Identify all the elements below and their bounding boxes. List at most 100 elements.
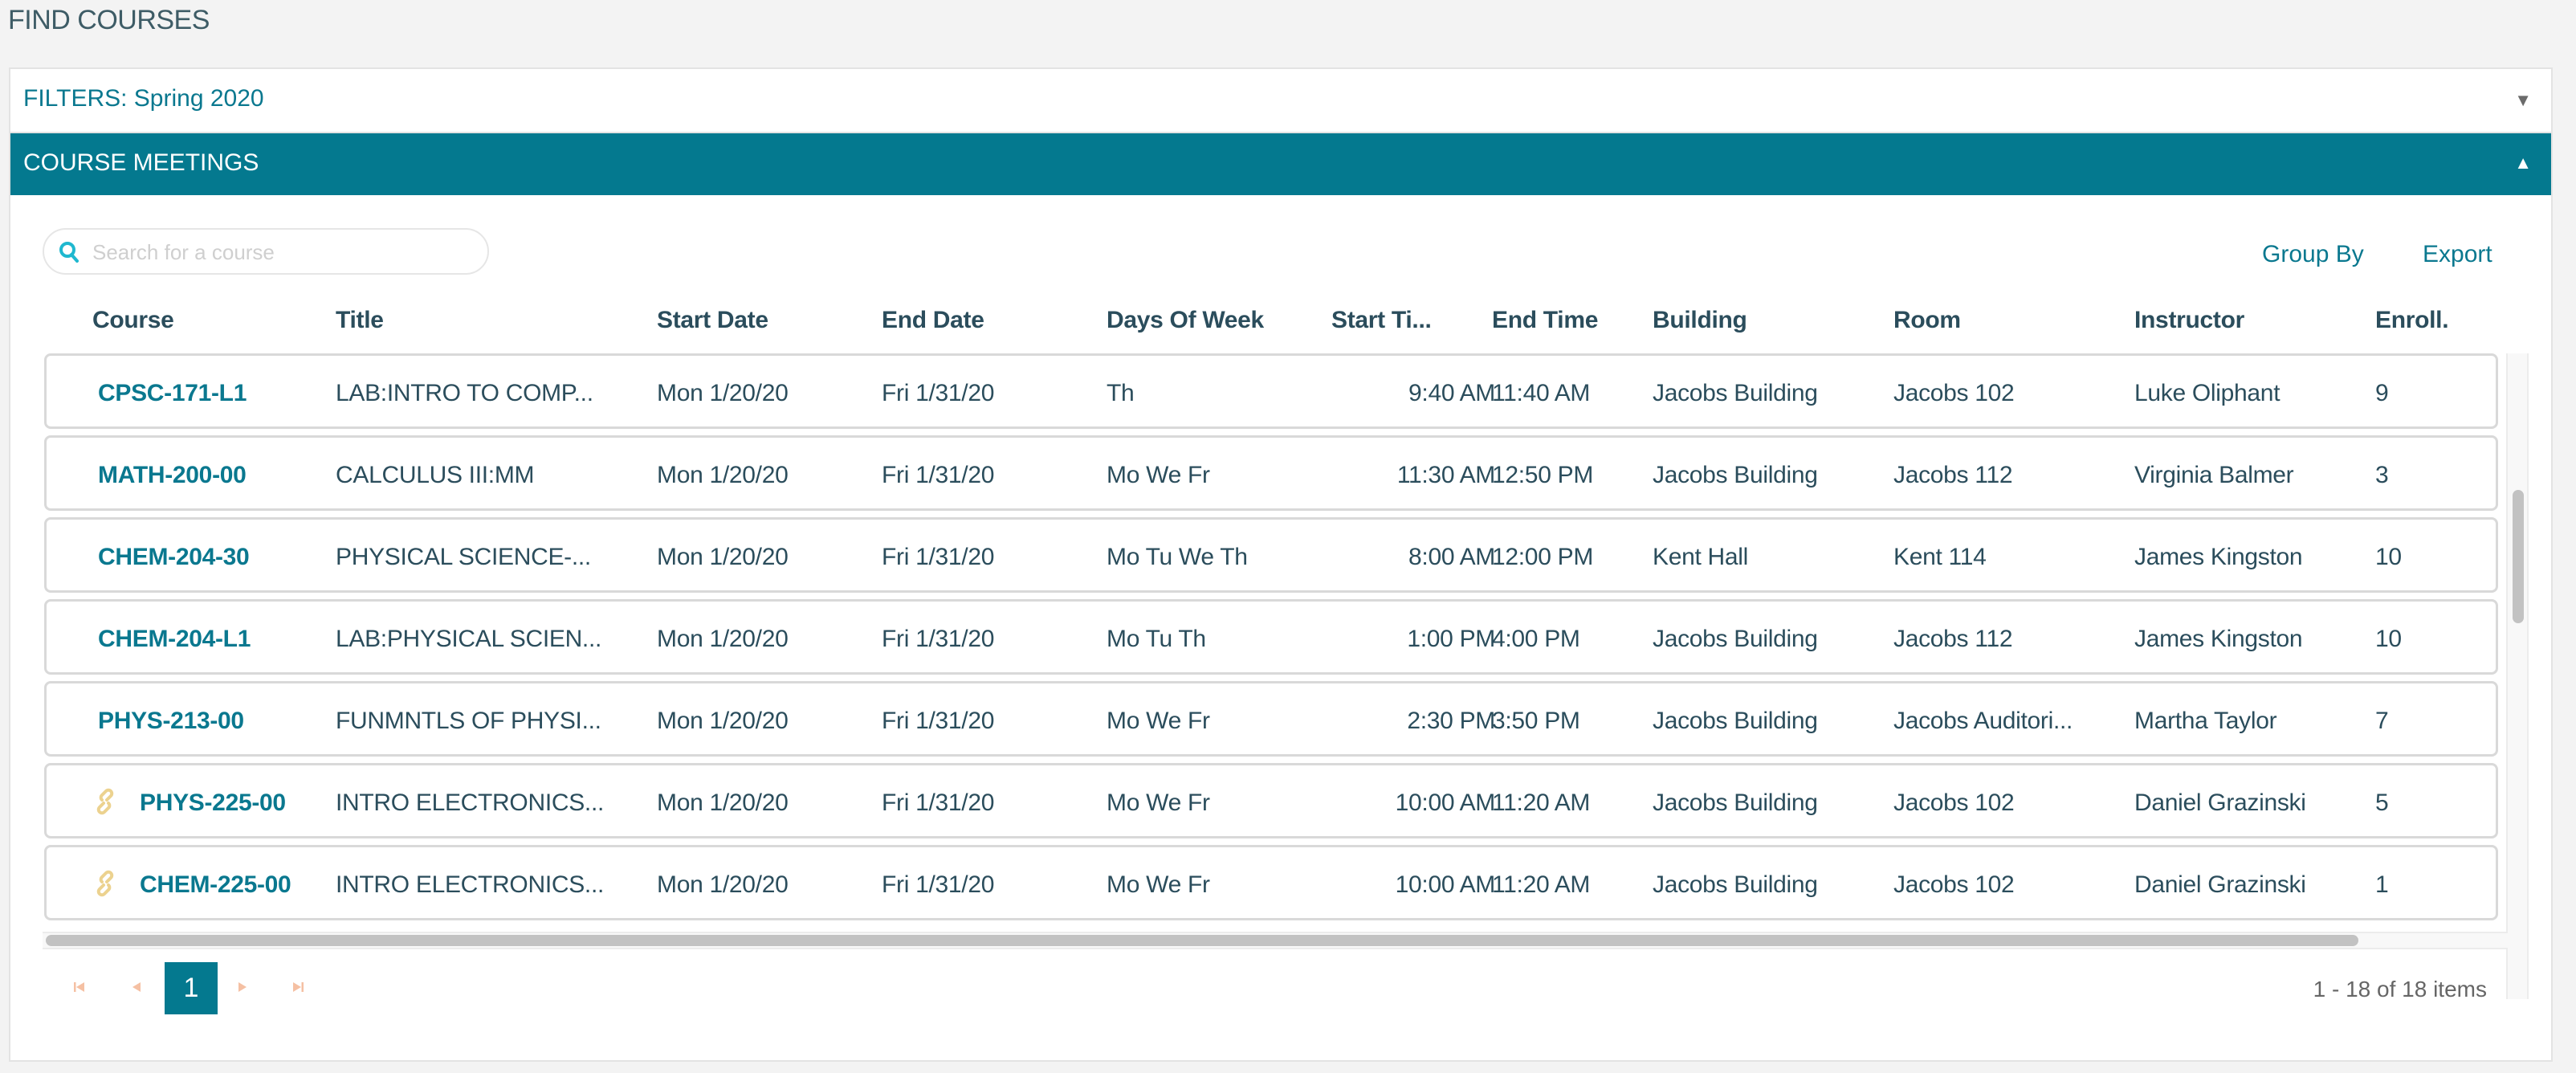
building: Jacobs Building xyxy=(1653,380,1818,406)
days-of-week: Mo Tu Th xyxy=(1107,626,1206,652)
course-title: LAB:INTRO TO COMP... xyxy=(336,380,593,406)
filters-toggle[interactable]: FILTERS: Spring 2020 ▼ xyxy=(10,69,2551,133)
table-row[interactable]: MATH-200-00 CALCULUS III:MM Mon 1/20/20 … xyxy=(44,435,2498,511)
building: Jacobs Building xyxy=(1653,462,1818,488)
end-time: 12:50 PM xyxy=(1492,462,1594,488)
room: Jacobs 112 xyxy=(1893,462,2013,488)
column-header-start-date[interactable]: Start Date xyxy=(657,307,768,334)
building: Jacobs Building xyxy=(1653,626,1818,652)
course-link[interactable]: CPSC-171-L1 xyxy=(98,380,247,407)
column-header-instructor[interactable]: Instructor xyxy=(2134,307,2244,334)
last-page-icon[interactable] xyxy=(287,975,311,999)
days-of-week: Th xyxy=(1107,380,1135,406)
table-row[interactable]: CHEM-204-30 PHYSICAL SCIENCE-... Mon 1/2… xyxy=(44,517,2498,593)
course-link[interactable]: CHEM-204-30 xyxy=(98,544,250,571)
start-time: 8:00 AM xyxy=(1408,544,1495,570)
building: Kent Hall xyxy=(1653,544,1749,570)
room: Jacobs 102 xyxy=(1893,871,2015,898)
filters-label: FILTERS: Spring 2020 xyxy=(23,85,264,112)
table-row[interactable]: PHYS-213-00 FUNMNTLS OF PHYSI... Mon 1/2… xyxy=(44,681,2498,757)
start-time: 2:30 PM xyxy=(1407,708,1495,734)
course-title: CALCULUS III:MM xyxy=(336,462,535,488)
end-date: Fri 1/31/20 xyxy=(882,626,995,652)
end-date: Fri 1/31/20 xyxy=(882,789,995,816)
column-header-room[interactable]: Room xyxy=(1893,307,1961,334)
column-header-end-date[interactable]: End Date xyxy=(882,307,984,334)
caret-up-icon: ▲ xyxy=(2514,153,2532,173)
enrollment: 9 xyxy=(2375,380,2389,406)
course-search[interactable] xyxy=(43,228,489,275)
end-time: 11:20 AM xyxy=(1492,871,1591,898)
table-row[interactable]: PHYS-225-00 INTRO ELECTRONICS... Mon 1/2… xyxy=(44,763,2498,838)
grid-header: Course Title Start Date End Date Days Of… xyxy=(10,307,2548,342)
enrollment: 10 xyxy=(2375,626,2402,652)
course-meetings-toggle[interactable]: COURSE MEETINGS ▲ xyxy=(10,133,2551,195)
page-button-current[interactable]: 1 xyxy=(165,962,218,1014)
instructor: Daniel Grazinski xyxy=(2134,789,2306,816)
room: Kent 114 xyxy=(1893,544,1987,570)
start-date: Mon 1/20/20 xyxy=(657,462,789,488)
start-time: 10:00 AM xyxy=(1395,789,1496,816)
vertical-scrollbar[interactable] xyxy=(2506,353,2529,999)
course-link[interactable]: CHEM-225-00 xyxy=(140,871,291,899)
end-date: Fri 1/31/20 xyxy=(882,462,995,488)
building: Jacobs Building xyxy=(1653,789,1818,816)
course-meetings-label: COURSE MEETINGS xyxy=(23,149,259,176)
start-date: Mon 1/20/20 xyxy=(657,544,789,570)
horizontal-scrollbar[interactable] xyxy=(43,932,2508,949)
start-time: 9:40 AM xyxy=(1408,380,1495,406)
end-date: Fri 1/31/20 xyxy=(882,708,995,734)
days-of-week: Mo We Fr xyxy=(1107,789,1210,816)
group-by-button[interactable]: Group By xyxy=(2262,241,2364,268)
course-title: INTRO ELECTRONICS... xyxy=(336,871,605,898)
days-of-week: Mo We Fr xyxy=(1107,462,1210,488)
vertical-scrollbar-thumb[interactable] xyxy=(2513,490,2524,623)
previous-page-icon[interactable] xyxy=(124,975,149,999)
end-date: Fri 1/31/20 xyxy=(882,871,995,898)
room: Jacobs 112 xyxy=(1893,626,2013,652)
table-row[interactable]: CPSC-171-L1 LAB:INTRO TO COMP... Mon 1/2… xyxy=(44,353,2498,429)
column-header-building[interactable]: Building xyxy=(1653,307,1747,334)
search-input[interactable] xyxy=(91,236,479,268)
enrollment: 7 xyxy=(2375,708,2389,734)
table-row[interactable]: CHEM-225-00 INTRO ELECTRONICS... Mon 1/2… xyxy=(44,845,2498,920)
column-header-enrollment[interactable]: Enroll. xyxy=(2375,307,2449,334)
end-time: 11:20 AM xyxy=(1492,789,1591,816)
enrollment: 5 xyxy=(2375,789,2389,816)
pager: 1 xyxy=(10,962,492,1015)
horizontal-scrollbar-thumb[interactable] xyxy=(46,935,2358,946)
column-header-end-time[interactable]: End Time xyxy=(1492,307,1598,334)
grid-body: CPSC-171-L1 LAB:INTRO TO COMP... Mon 1/2… xyxy=(44,353,2508,996)
first-page-icon[interactable] xyxy=(67,975,91,999)
search-icon xyxy=(59,242,79,263)
start-time: 1:00 PM xyxy=(1407,626,1495,652)
start-date: Mon 1/20/20 xyxy=(657,380,789,406)
days-of-week: Mo We Fr xyxy=(1107,708,1210,734)
instructor: Virginia Balmer xyxy=(2134,462,2294,488)
days-of-week: Mo Tu We Th xyxy=(1107,544,1248,570)
course-link[interactable]: CHEM-204-L1 xyxy=(98,626,251,653)
column-header-days-of-week[interactable]: Days Of Week xyxy=(1107,307,1264,334)
instructor: James Kingston xyxy=(2134,544,2303,570)
course-link[interactable]: PHYS-225-00 xyxy=(140,789,286,817)
column-header-start-time[interactable]: Start Ti... xyxy=(1331,307,1432,334)
column-header-course[interactable]: Course xyxy=(92,307,174,334)
course-link[interactable]: MATH-200-00 xyxy=(98,462,247,489)
start-date: Mon 1/20/20 xyxy=(657,789,789,816)
course-title: FUNMNTLS OF PHYSI... xyxy=(336,708,601,734)
instructor: Daniel Grazinski xyxy=(2134,871,2306,898)
pager-info: 1 - 18 of 18 items xyxy=(2313,977,2487,1002)
table-row[interactable]: CHEM-204-L1 LAB:PHYSICAL SCIEN... Mon 1/… xyxy=(44,599,2498,675)
course-link[interactable]: PHYS-213-00 xyxy=(98,708,244,735)
linked-course-icon xyxy=(96,788,114,815)
course-title: LAB:PHYSICAL SCIEN... xyxy=(336,626,602,652)
export-button[interactable]: Export xyxy=(2423,241,2492,268)
page-title: FIND COURSES xyxy=(8,5,210,35)
enrollment: 1 xyxy=(2375,871,2389,898)
start-time: 11:30 AM xyxy=(1396,462,1495,488)
start-date: Mon 1/20/20 xyxy=(657,626,789,652)
instructor: James Kingston xyxy=(2134,626,2303,652)
column-header-title[interactable]: Title xyxy=(336,307,384,334)
next-page-icon[interactable] xyxy=(230,975,255,999)
start-date: Mon 1/20/20 xyxy=(657,708,789,734)
